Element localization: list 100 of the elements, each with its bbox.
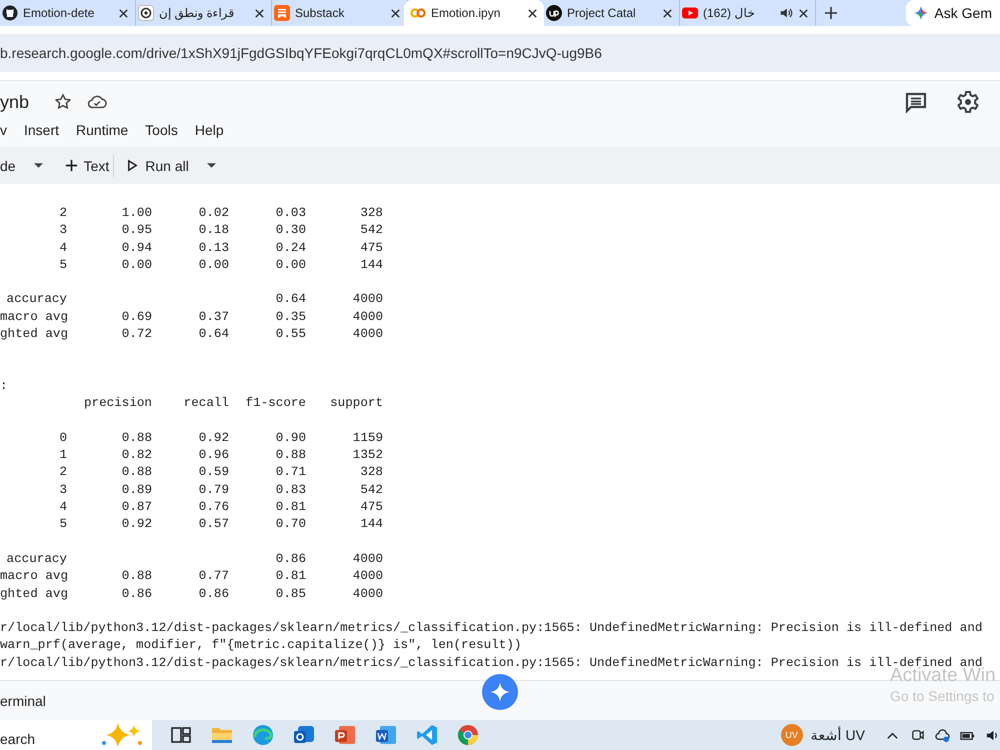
notebook-title[interactable]: ynb: [0, 92, 30, 112]
close-icon[interactable]: [390, 8, 401, 18]
new-tab-icon[interactable]: [824, 6, 838, 20]
sparkle-icon: [914, 6, 928, 20]
output-value: 0.02: [198, 206, 229, 220]
output-value: 0.82: [122, 448, 152, 462]
output-value: 4: [59, 240, 67, 255]
output-value: 1: [59, 448, 67, 462]
ask-button[interactable]: Ask Gem: [906, 0, 1000, 26]
output-value: 0.37: [198, 310, 229, 324]
output-value: 1.00: [122, 206, 152, 220]
output-value: 3: [59, 482, 67, 497]
output-value: 0.86: [198, 586, 229, 601]
output-value: 0.92: [122, 517, 152, 532]
output-value: 0.85: [276, 586, 306, 601]
menu-item[interactable]: Tools: [145, 122, 178, 138]
output-value: 0.57: [198, 517, 229, 532]
output-value: 0.88: [122, 430, 152, 445]
cloud-icon[interactable]: [935, 728, 950, 742]
column-header: support: [330, 396, 383, 410]
output-value: 0.83: [276, 482, 306, 497]
slides-icon[interactable]: [333, 723, 357, 747]
output-value: 4000: [352, 552, 383, 566]
output-value: 0.03: [276, 206, 306, 220]
toolbar-button[interactable]: de: [0, 158, 20, 174]
menu-item[interactable]: Insert: [24, 122, 60, 138]
output-value: 0.86: [276, 552, 306, 566]
output-value: 0.88: [122, 465, 152, 480]
camera-icon[interactable]: [910, 728, 925, 742]
output-value: 0.76: [198, 500, 229, 514]
document-icon[interactable]: [374, 723, 398, 747]
output-value: 0.90: [276, 430, 306, 445]
output-value: 144: [360, 258, 383, 272]
output-value: 4000: [352, 292, 383, 306]
column-header: f1-score: [246, 396, 306, 410]
output-value: 4000: [352, 586, 383, 601]
close-icon[interactable]: [527, 8, 538, 18]
browser-tab[interactable]: Emotion.ipyn: [404, 0, 544, 26]
output-value: accuracy: [6, 552, 67, 566]
close-icon[interactable]: [662, 8, 673, 18]
terminal-label[interactable]: erminal: [0, 693, 46, 709]
search-field[interactable]: earch: [0, 720, 152, 750]
star-icon[interactable]: [53, 93, 74, 111]
chrome-icon[interactable]: [456, 723, 480, 747]
output-value: 475: [360, 500, 383, 514]
output-value: 542: [360, 482, 383, 497]
ribbon-icon[interactable]: [415, 723, 439, 747]
output-value: 0.79: [198, 482, 229, 497]
output-value: 0.59: [198, 465, 229, 480]
output-value: 2: [59, 465, 67, 480]
output-value: 328: [360, 206, 383, 220]
close-icon[interactable]: [798, 8, 809, 18]
output-value: 2: [59, 206, 67, 220]
play-icon: [126, 159, 140, 172]
output-value: 0: [59, 430, 67, 445]
comment-icon[interactable]: [904, 90, 928, 114]
toolbar-button[interactable]: Run all: [122, 158, 193, 174]
tab-title: Emotion.ipyn: [431, 6, 502, 20]
output-value: accuracy: [6, 292, 67, 306]
output-value: 1352: [352, 448, 383, 462]
menu-item[interactable]: v: [0, 122, 7, 138]
output-value: 0.69: [122, 310, 152, 324]
output-value: 0.64: [198, 327, 229, 342]
output-value: 5: [59, 517, 67, 532]
activation-notice: Activate Win: [890, 666, 996, 686]
speaker-icon[interactable]: [779, 6, 793, 20]
output-value: 0.87: [122, 500, 152, 514]
output-value: 0.94: [122, 240, 152, 255]
output-value: 4000: [352, 327, 383, 342]
cloud-check-icon[interactable]: [87, 93, 108, 111]
output-value: 0.00: [198, 258, 229, 272]
close-icon[interactable]: [118, 8, 129, 18]
menu-item[interactable]: Runtime: [76, 122, 128, 138]
warning-text: r/local/lib/python3.12/dist-packages/sklearn/metrics/_classification.py:1565: UndefinedMetricWarning: Precision is ill-defined and: [0, 621, 982, 636]
tab-title: Emotion-dete: [23, 6, 96, 20]
output-value: 0.72: [122, 327, 152, 342]
plus-icon: [64, 159, 78, 172]
caret-icon[interactable]: [206, 162, 216, 168]
output-value: 0.77: [198, 569, 229, 584]
output-value: 0.70: [276, 517, 306, 532]
output-value: 3: [59, 223, 67, 238]
output-value: 0.88: [122, 569, 152, 584]
address-bar[interactable]: b.research.google.com/drive/1xShX91jFgdGSIbqYFEokgi7qrqCL0mQX#scrollTo=n9CJvQ-ug9B6: [0, 34, 1000, 72]
toolbar-button[interactable]: Text: [60, 158, 114, 174]
output-value: macro avg: [0, 310, 68, 324]
output-value: 4: [59, 500, 67, 514]
close-icon[interactable]: [254, 8, 265, 18]
caret-icon[interactable]: [34, 162, 43, 168]
output-value: 0.13: [198, 240, 229, 255]
output-value: 4000: [352, 310, 383, 324]
cat-icon: [2, 5, 18, 21]
settings-icon[interactable]: [956, 90, 980, 114]
output-value: 1159: [352, 430, 383, 445]
sparkle-button-icon[interactable]: [482, 674, 518, 710]
output-value: 0.95: [122, 223, 152, 238]
weather-text[interactable]: أشعة UV: [810, 727, 865, 743]
output-value: ghted avg: [0, 586, 68, 601]
menu-item[interactable]: Help: [194, 122, 224, 138]
bookmark-icon: [274, 5, 290, 21]
output-value: 0.71: [276, 465, 306, 480]
